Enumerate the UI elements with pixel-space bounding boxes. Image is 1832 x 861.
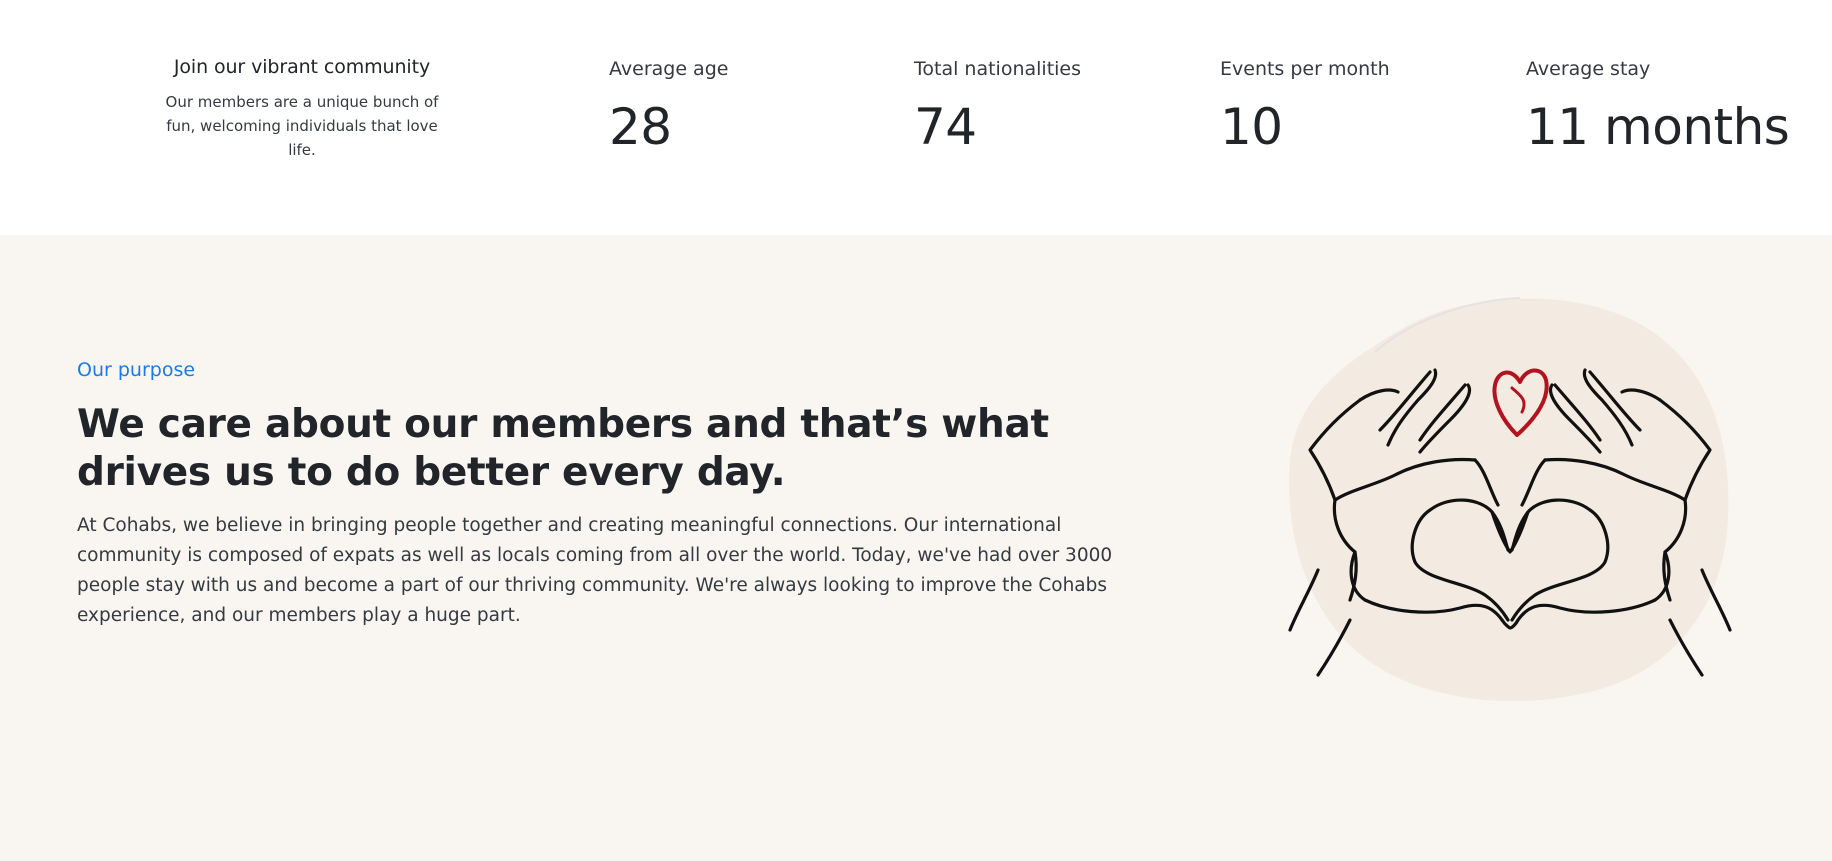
- purpose-text-block: Our purpose We care about our members an…: [77, 359, 1167, 631]
- stat-value: 28: [609, 98, 672, 156]
- stat-value: 10: [1220, 98, 1283, 156]
- stat-value: 11 months: [1526, 98, 1790, 156]
- stat-value: 74: [914, 98, 977, 156]
- community-intro-title: Join our vibrant community: [173, 56, 431, 78]
- illustration-blob: [1289, 298, 1729, 702]
- stat-total-nationalities: Total nationalities 74: [914, 58, 1081, 156]
- purpose-headline: We care about our members and that’s wha…: [77, 402, 1049, 495]
- community-intro: Join our vibrant community Our members a…: [152, 56, 452, 162]
- stat-label: Events per month: [1220, 58, 1390, 80]
- stat-label: Total nationalities: [914, 58, 1082, 80]
- purpose-body-text: At Cohabs, we believe in bringing people…: [77, 515, 1113, 626]
- community-intro-text: Our members are a unique bunch of fun, w…: [165, 93, 439, 159]
- stat-events-per-month: Events per month 10: [1220, 58, 1390, 156]
- community-stats-section: Join our vibrant community Our members a…: [0, 0, 1832, 235]
- purpose-eyebrow-link[interactable]: Our purpose: [77, 359, 195, 381]
- stat-average-stay: Average stay 11 months: [1526, 58, 1790, 156]
- heart-hands-icon: [1280, 290, 1740, 710]
- stat-average-age: Average age 28: [609, 58, 728, 156]
- purpose-section: Our purpose We care about our members an…: [0, 235, 1832, 861]
- stat-label: Average age: [609, 58, 729, 80]
- stat-label: Average stay: [1526, 58, 1651, 80]
